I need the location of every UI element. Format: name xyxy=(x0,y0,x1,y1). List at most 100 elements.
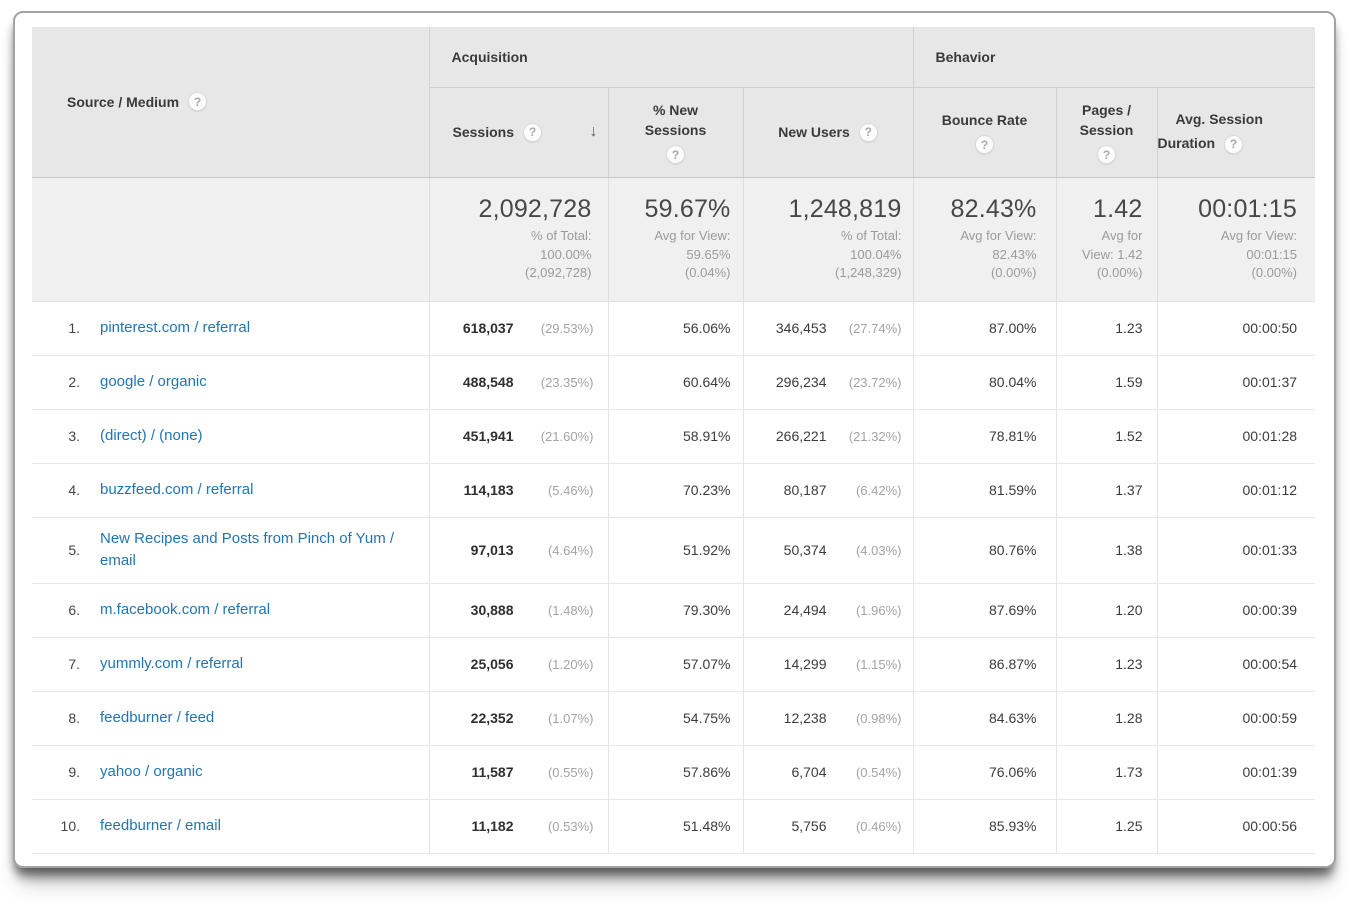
sessions-total: 2,092,728 xyxy=(478,194,592,223)
column-header-pct-new-sessions[interactable]: % New Sessions ? xyxy=(608,87,744,178)
column-header-sessions[interactable]: Sessions ? ↓ xyxy=(429,87,609,178)
source-medium-link[interactable]: feedburner / email xyxy=(100,805,221,848)
sort-descending-icon[interactable]: ↓ xyxy=(590,123,598,141)
help-icon[interactable]: ? xyxy=(975,135,994,155)
new-users-cell: 5,756 (0.46%) xyxy=(743,799,914,854)
totals-source-cell xyxy=(32,177,430,302)
totals-new-users-cell: 1,248,819 % of Total: 100.04% (1,248,329… xyxy=(743,177,914,302)
totals-row: 2,092,728 % of Total: 100.00% (2,092,728… xyxy=(32,177,1316,302)
sessions-cell: 618,037 (29.53%) xyxy=(429,301,609,356)
avg-session-duration-cell: 00:00:59 xyxy=(1157,691,1316,746)
pages-session-total-note: Avg for View: 1.42 (0.00%) xyxy=(1082,227,1143,281)
pages-session-cell: 1.20 xyxy=(1056,583,1158,638)
source-medium-label: Source / Medium xyxy=(67,93,180,110)
source-cell: 4. buzzfeed.com / referral xyxy=(32,463,430,518)
pages-session-label: Pages / Session xyxy=(1079,101,1134,138)
source-cell: 10. feedburner / email xyxy=(32,799,430,854)
source-medium-link[interactable]: pinterest.com / referral xyxy=(100,307,250,350)
avg-session-duration-label: Avg. Session Duration xyxy=(1157,111,1263,151)
sessions-cell: 97,013 (4.64%) xyxy=(429,517,609,584)
help-icon[interactable]: ? xyxy=(666,145,685,165)
source-medium-link[interactable]: yummly.com / referral xyxy=(100,643,243,686)
column-header-avg-session-duration[interactable]: Avg. Session Duration? xyxy=(1157,87,1316,178)
pct-new-sessions-cell: 60.64% xyxy=(608,355,744,410)
source-cell: 2. google / organic xyxy=(32,355,430,410)
avg-session-duration-cell: 00:00:50 xyxy=(1157,301,1316,356)
column-header-new-users[interactable]: New Users ? xyxy=(743,87,914,178)
table-row: 4. buzzfeed.com / referral 114,183 (5.46%) 7… xyxy=(32,463,1316,518)
table-row: 9. yahoo / organic 11,587 (0.55%) 57.86% 6,70… xyxy=(32,745,1316,800)
pct-new-sessions-cell: 79.30% xyxy=(608,583,744,638)
new-users-cell: 296,234 (23.72%) xyxy=(743,355,914,410)
avg-session-duration-cell: 00:00:54 xyxy=(1157,637,1316,692)
column-header-source-medium[interactable]: Source / Medium ? xyxy=(32,27,430,178)
column-header-bounce-rate[interactable]: Bounce Rate ? xyxy=(913,87,1057,178)
help-icon[interactable]: ? xyxy=(1097,145,1116,165)
totals-bounce-rate-cell: 82.43% Avg for View: 82.43% (0.00%) xyxy=(913,177,1057,302)
row-rank: 2. xyxy=(68,374,80,390)
new-users-cell: 6,704 (0.54%) xyxy=(743,745,914,800)
totals-avg-session-duration-cell: 00:01:15 Avg for View: 00:01:15 (0.00%) xyxy=(1157,177,1316,302)
table-row: 10. feedburner / email 11,182 (0.53%) 51.48%… xyxy=(32,799,1316,854)
screenshot-frame: Source / Medium ? Acquisition Behavior S… xyxy=(13,11,1336,868)
avg-session-duration-cell: 00:00:39 xyxy=(1157,583,1316,638)
source-medium-link[interactable]: feedburner / feed xyxy=(100,697,214,740)
pages-session-cell: 1.52 xyxy=(1056,409,1158,464)
source-cell: 3. (direct) / (none) xyxy=(32,409,430,464)
table-row: 6. m.facebook.com / referral 30,888 (1.48%)… xyxy=(32,583,1316,638)
group-header-behavior: Behavior xyxy=(913,27,1316,88)
totals-pct-new-sessions-cell: 59.67% Avg for View: 59.65% (0.04%) xyxy=(608,177,744,302)
sessions-cell: 451,941 (21.60%) xyxy=(429,409,609,464)
bounce-rate-cell: 81.59% xyxy=(913,463,1057,518)
avg-session-duration-cell: 00:01:33 xyxy=(1157,517,1316,584)
pages-session-cell: 1.28 xyxy=(1056,691,1158,746)
avg-session-duration-cell: 00:01:28 xyxy=(1157,409,1316,464)
source-medium-link[interactable]: yahoo / organic xyxy=(100,751,203,794)
bounce-rate-cell: 78.81% xyxy=(913,409,1057,464)
totals-pages-session-cell: 1.42 Avg for View: 1.42 (0.00%) xyxy=(1056,177,1158,302)
bounce-rate-cell: 80.04% xyxy=(913,355,1057,410)
pct-new-sessions-cell: 57.86% xyxy=(608,745,744,800)
source-medium-link[interactable]: New Recipes and Posts from Pinch of Yum … xyxy=(100,518,418,583)
new-users-label: New Users xyxy=(778,124,850,140)
help-icon[interactable]: ? xyxy=(188,92,208,112)
source-cell: 6. m.facebook.com / referral xyxy=(32,583,430,638)
avg-session-duration-total-note: Avg for View: 00:01:15 (0.00%) xyxy=(1220,227,1298,281)
row-rank: 10. xyxy=(60,818,80,834)
row-rank: 9. xyxy=(68,764,80,780)
pct-new-sessions-cell: 56.06% xyxy=(608,301,744,356)
source-medium-link[interactable]: buzzfeed.com / referral xyxy=(100,469,253,512)
pages-session-cell: 1.23 xyxy=(1056,637,1158,692)
avg-session-duration-cell: 00:01:37 xyxy=(1157,355,1316,410)
pct-new-sessions-cell: 70.23% xyxy=(608,463,744,518)
column-header-pages-session[interactable]: Pages / Session ? xyxy=(1056,87,1158,178)
pages-session-cell: 1.37 xyxy=(1056,463,1158,518)
help-icon[interactable]: ? xyxy=(522,122,542,142)
row-rank: 1. xyxy=(68,320,80,336)
help-icon[interactable]: ? xyxy=(858,122,878,142)
pages-session-cell: 1.23 xyxy=(1056,301,1158,356)
source-medium-link[interactable]: google / organic xyxy=(100,361,207,404)
row-rank: 3. xyxy=(68,428,80,444)
table-body: 1. pinterest.com / referral 618,037 (29.53%… xyxy=(32,301,1316,854)
pct-new-sessions-cell: 57.07% xyxy=(608,637,744,692)
table-row: 2. google / organic 488,548 (23.35%) 60.64% 2… xyxy=(32,355,1316,410)
new-users-cell: 80,187 (6.42%) xyxy=(743,463,914,518)
pct-new-sessions-cell: 54.75% xyxy=(608,691,744,746)
bounce-rate-cell: 76.06% xyxy=(913,745,1057,800)
sessions-cell: 11,587 (0.55%) xyxy=(429,745,609,800)
source-cell: 1. pinterest.com / referral xyxy=(32,301,430,356)
source-medium-link[interactable]: (direct) / (none) xyxy=(100,415,203,458)
source-cell: 9. yahoo / organic xyxy=(32,745,430,800)
avg-session-duration-cell: 00:01:12 xyxy=(1157,463,1316,518)
help-icon[interactable]: ? xyxy=(1224,134,1244,154)
sessions-cell: 25,056 (1.20%) xyxy=(429,637,609,692)
source-medium-link[interactable]: m.facebook.com / referral xyxy=(100,589,270,632)
new-users-cell: 12,238 (0.98%) xyxy=(743,691,914,746)
sessions-cell: 22,352 (1.07%) xyxy=(429,691,609,746)
pct-new-sessions-total: 59.67% xyxy=(644,194,731,223)
new-users-total-note: % of Total: 100.04% (1,248,329) xyxy=(835,227,902,281)
bounce-rate-cell: 80.76% xyxy=(913,517,1057,584)
row-rank: 5. xyxy=(68,542,80,558)
new-users-total: 1,248,819 xyxy=(788,194,902,223)
